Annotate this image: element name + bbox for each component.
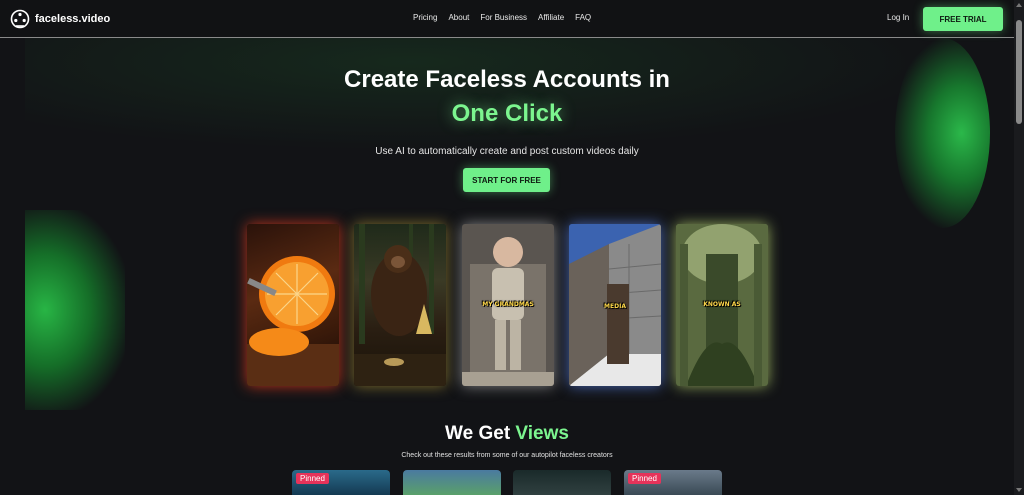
bigfoot-image <box>354 224 446 386</box>
video-card-orange[interactable] <box>247 224 339 386</box>
result-thumbnail[interactable] <box>403 470 501 495</box>
nav-links: Pricing About For Business Affiliate FAQ <box>413 13 591 22</box>
result-thumbnail[interactable]: Pinned <box>624 470 722 495</box>
scroll-down-arrow-icon[interactable] <box>1016 488 1022 492</box>
nav-link-pricing[interactable]: Pricing <box>413 13 437 22</box>
video-caption: KNOWN AS <box>703 301 741 308</box>
nav-link-for-business[interactable]: For Business <box>480 13 527 22</box>
start-for-free-button[interactable]: START FOR FREE <box>463 168 550 192</box>
video-card-forest[interactable]: KNOWN AS <box>676 224 768 386</box>
logo[interactable]: faceless.video <box>10 9 110 29</box>
scroll-up-arrow-icon[interactable] <box>1016 3 1022 7</box>
nav-link-faq[interactable]: FAQ <box>575 13 591 22</box>
navbar: faceless.video Pricing About For Busines… <box>0 0 1014 38</box>
views-section-title: We Get Views <box>0 423 1014 445</box>
background-glow-top <box>25 38 990 158</box>
views-title-prefix: We Get <box>445 423 511 444</box>
nav-link-about[interactable]: About <box>448 13 469 22</box>
orange-slice-image <box>247 256 339 386</box>
video-card-media[interactable]: MEDIA <box>569 224 661 386</box>
login-link[interactable]: Log In <box>887 13 909 22</box>
hero-accent-title: One Click <box>451 100 563 127</box>
film-reel-icon <box>10 9 30 29</box>
background-glow-left <box>25 210 125 410</box>
views-title-accent: Views <box>515 423 569 444</box>
video-caption: MEDIA <box>604 303 626 310</box>
scrollbar[interactable] <box>1014 0 1024 495</box>
video-card-grandma-baby[interactable]: MY GRANDMAS <box>462 224 554 386</box>
hero-title: Create Faceless Accounts in <box>344 66 670 93</box>
video-caption: MY GRANDMAS <box>482 301 534 308</box>
hero-subtitle: Use AI to automatically create and post … <box>375 146 639 157</box>
pinned-badge: Pinned <box>296 473 329 484</box>
scrollbar-thumb[interactable] <box>1016 20 1022 124</box>
result-thumbnail[interactable]: Pinned <box>292 470 390 495</box>
video-card-bigfoot[interactable] <box>354 224 446 386</box>
brand-name: faceless.video <box>35 13 111 25</box>
result-thumbnail[interactable] <box>513 470 611 495</box>
free-trial-button[interactable]: FREE TRIAL <box>923 7 1003 31</box>
nav-link-affiliate[interactable]: Affiliate <box>538 13 564 22</box>
pinned-badge: Pinned <box>628 473 661 484</box>
views-subtitle: Check out these results from some of our… <box>401 452 613 459</box>
